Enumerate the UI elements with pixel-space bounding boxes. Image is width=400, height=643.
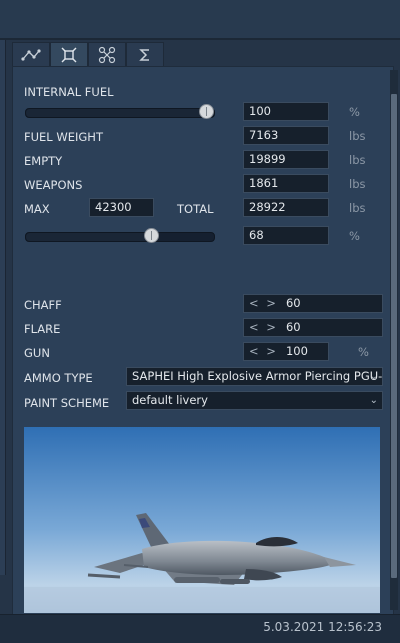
empty-weight-unit: lbs bbox=[349, 153, 366, 167]
internal-fuel-slider-knob[interactable] bbox=[199, 104, 214, 119]
fuel-weight-label: FUEL WEIGHT bbox=[24, 130, 103, 144]
empty-weight-label: EMPTY bbox=[24, 154, 63, 168]
waypoints-icon bbox=[21, 48, 41, 61]
left-edge-strip bbox=[0, 40, 6, 575]
aircraft-preview-image bbox=[24, 427, 380, 613]
total-weight-unit: lbs bbox=[349, 201, 366, 215]
scrollbar[interactable] bbox=[390, 70, 398, 610]
weapons-weight-value: 1861 bbox=[243, 174, 329, 193]
tab-waypoints[interactable] bbox=[12, 42, 50, 66]
total-weight-label: TOTAL bbox=[177, 202, 214, 216]
aircraft-preview bbox=[24, 427, 380, 613]
gun-label: GUN bbox=[24, 346, 50, 360]
weight-ratio-slider-knob[interactable] bbox=[143, 228, 159, 243]
ammo-type-select[interactable]: SAPHEI High Explosive Armor Piercing PGU… bbox=[126, 367, 383, 386]
internal-fuel-slider[interactable] bbox=[25, 104, 215, 119]
total-weight-value: 28922 bbox=[243, 198, 329, 217]
internal-fuel-unit: % bbox=[349, 105, 360, 119]
flare-value: 60 bbox=[285, 320, 301, 334]
paint-scheme-selected: default livery bbox=[132, 393, 208, 407]
top-bar-divider bbox=[0, 38, 400, 40]
scrollbar-thumb[interactable] bbox=[391, 94, 397, 578]
max-weight-value: 42300 bbox=[89, 198, 154, 217]
weapons-weight-unit: lbs bbox=[349, 177, 366, 191]
drone-icon bbox=[98, 46, 116, 63]
top-bar bbox=[0, 0, 400, 38]
tab-loadout[interactable] bbox=[50, 42, 88, 66]
weight-ratio-slider[interactable] bbox=[25, 228, 215, 243]
stepper-arrows-icon[interactable]: < > bbox=[249, 344, 278, 358]
stepper-arrows-icon[interactable]: < > bbox=[249, 296, 278, 310]
flare-label: FLARE bbox=[24, 322, 61, 336]
paint-scheme-select[interactable]: default livery ⌄ bbox=[126, 391, 383, 410]
weight-ratio-value: 68 bbox=[243, 226, 329, 245]
internal-fuel-label: INTERNAL FUEL bbox=[24, 85, 114, 99]
empty-weight-value: 19899 bbox=[243, 150, 329, 169]
loadout-icon bbox=[61, 47, 77, 62]
sigma-icon bbox=[139, 48, 149, 61]
ammo-type-label: AMMO TYPE bbox=[24, 371, 93, 385]
chaff-value: 60 bbox=[285, 296, 301, 310]
max-weight-label: MAX bbox=[24, 202, 50, 216]
weight-ratio-unit: % bbox=[349, 229, 360, 243]
timestamp: 5.03.2021 12:56:23 bbox=[263, 620, 382, 634]
gun-stepper[interactable]: < > 100 bbox=[243, 342, 329, 361]
paint-scheme-label: PAINT SCHEME bbox=[24, 396, 110, 410]
gun-value: 100 bbox=[285, 344, 308, 358]
stepper-arrows-icon[interactable]: < > bbox=[249, 320, 278, 334]
gun-unit: % bbox=[358, 345, 369, 359]
chevron-down-icon: ⌄ bbox=[369, 395, 378, 406]
tab-drone[interactable] bbox=[88, 42, 126, 66]
weapons-weight-label: WEAPONS bbox=[24, 178, 83, 192]
internal-fuel-slider-fill bbox=[26, 109, 207, 117]
ammo-type-selected: SAPHEI High Explosive Armor Piercing PGU… bbox=[132, 369, 383, 383]
weight-ratio-slider-fill bbox=[26, 233, 152, 241]
tab-summary[interactable] bbox=[126, 42, 164, 66]
flare-stepper[interactable]: < > 60 bbox=[243, 318, 383, 337]
internal-fuel-input[interactable]: 100 bbox=[243, 102, 329, 121]
fuel-weight-input[interactable]: 7163 bbox=[243, 126, 329, 145]
chaff-label: CHAFF bbox=[24, 298, 62, 312]
fuel-weight-unit: lbs bbox=[349, 129, 366, 143]
chevron-down-icon: ⌄ bbox=[369, 371, 378, 382]
chaff-stepper[interactable]: < > 60 bbox=[243, 294, 383, 313]
